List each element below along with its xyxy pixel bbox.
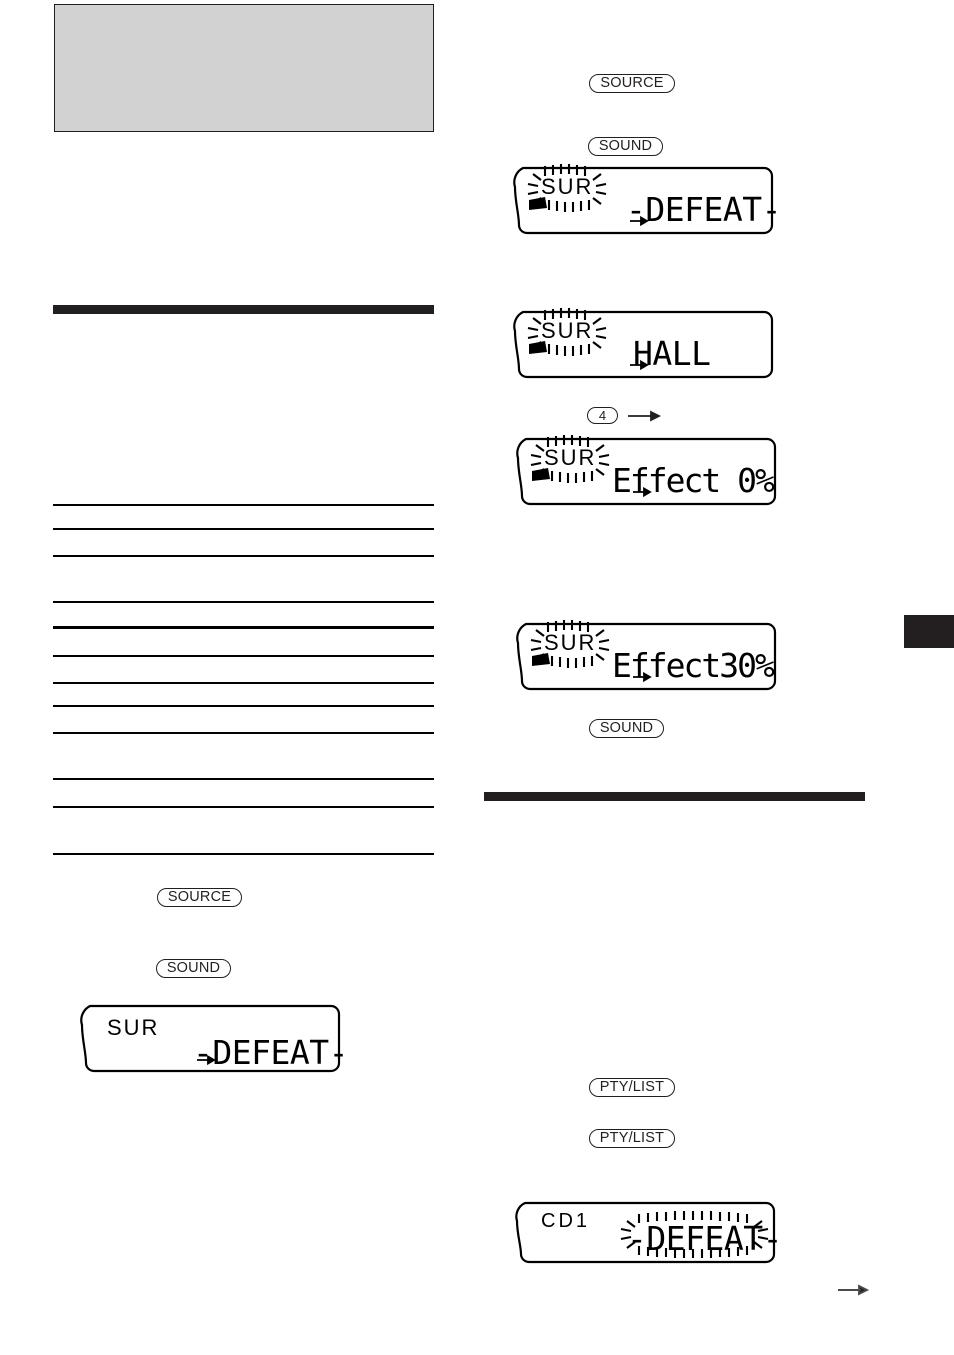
table-rule [53, 528, 434, 530]
lcd-scroll-arrow-icon [630, 359, 650, 371]
table-rule [53, 778, 434, 780]
table-rule-emphasis [53, 626, 434, 630]
lcd-indicator-sur: SUR [544, 445, 597, 470]
section-heading-bar-right [484, 792, 865, 801]
illustration-placeholder [54, 4, 434, 132]
lcd-indicator-sur: SUR [107, 1015, 160, 1040]
section-heading-bar-left [53, 305, 434, 314]
lcd-main-text: -DEFEAT- [627, 1219, 782, 1258]
lcd-scroll-arrow-icon [633, 671, 653, 683]
table-rule [53, 555, 434, 557]
lcd-indicator-sur: SUR [544, 630, 597, 655]
lcd-display-cd1-defeat: CD1 -DEFEAT- [515, 1201, 782, 1264]
source-button-callout-left[interactable]: SOURCE [157, 888, 242, 907]
lcd-indicator-sur: SUR [541, 318, 594, 343]
page-edge-tab [904, 615, 954, 648]
lcd-indicator-sur: SUR [541, 174, 594, 199]
sound-button-callout-left[interactable]: SOUND [156, 959, 231, 978]
lcd-scroll-arrow-icon [633, 486, 653, 498]
lcd-scroll-arrow-icon [197, 1054, 217, 1066]
sound-button-callout-after-effect[interactable]: SOUND [589, 719, 664, 738]
step-arrow-icon [628, 409, 662, 428]
manual-page: SOURCE SOUND SUR -DEFEAT- SOURCE SOUND S… [0, 0, 954, 1355]
lcd-display-sur-effect-0: SUR Effect 0% [516, 435, 777, 506]
source-button-callout-right[interactable]: SOURCE [589, 74, 675, 93]
lcd-display-sur-defeat: SUR -DEFEAT- [513, 164, 781, 235]
lcd-scroll-arrow-icon [630, 215, 650, 227]
lcd-flag-icon [528, 196, 552, 212]
lcd-flag-icon [531, 652, 555, 668]
pty-list-button-callout-1[interactable]: PTY/LIST [589, 1078, 675, 1097]
lcd-display-sur-defeat-left: SUR -DEFEAT- [80, 1004, 348, 1073]
continuation-arrow-icon [838, 1283, 870, 1302]
table-rule [53, 732, 434, 734]
table-rule [53, 504, 434, 506]
table-rule [53, 655, 434, 657]
table-rule [53, 601, 434, 603]
table-rule [53, 705, 434, 707]
sound-button-callout-right[interactable]: SOUND [588, 137, 663, 156]
table-rule [53, 853, 434, 855]
step-number-callout: 4 [587, 407, 618, 424]
pty-list-button-callout-2[interactable]: PTY/LIST [589, 1129, 675, 1148]
lcd-display-sur-hall: SUR HALL [513, 308, 774, 379]
lcd-display-sur-effect-30: SUR Effect30% [516, 620, 777, 691]
table-rule [53, 806, 434, 808]
lcd-flag-icon [528, 340, 552, 356]
table-rule [53, 682, 434, 684]
lcd-flag-icon [531, 467, 555, 483]
lcd-indicator-cd1: CD1 [541, 1210, 591, 1232]
